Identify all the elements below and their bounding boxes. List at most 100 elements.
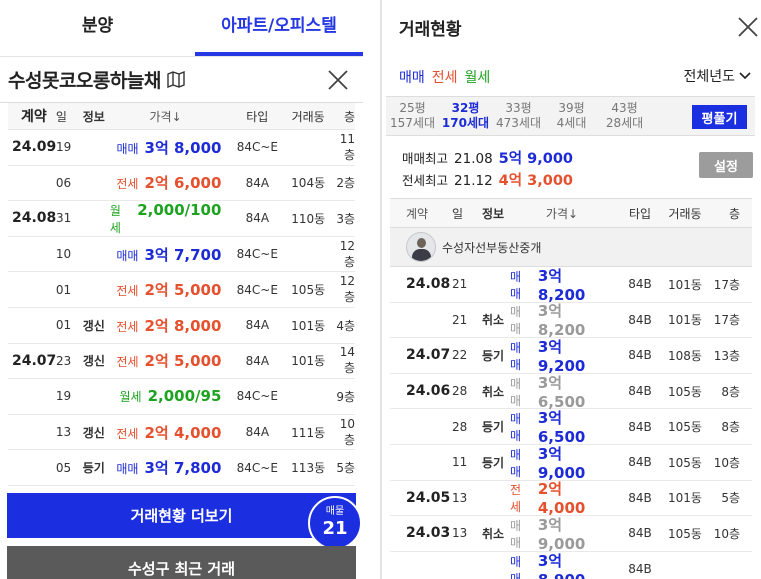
row-amount: 3억 8,000 [144, 138, 222, 157]
table-row[interactable]: 24.07 23 갱신 전세 2억 5,000 84A 101동 14층 [8, 344, 355, 380]
table-row[interactable]: 24.03 13 취소 매매 3억 9,000 84B 105동 10층 [390, 516, 752, 553]
table-row[interactable]: 24.09 19 매매 3억 8,000 84C~E 11층 [8, 130, 355, 166]
header-floor[interactable]: 층 [710, 205, 740, 222]
row-day: 13 [55, 425, 72, 440]
header-type[interactable]: 타입 [227, 108, 287, 125]
table-row[interactable]: 05 등기 매매 3억 7,800 84C~E 113동 5층 [8, 450, 355, 486]
row-dong: 101동 [668, 491, 702, 506]
header-dong[interactable]: 거래동 [660, 205, 710, 222]
row-info: 등기 [481, 348, 505, 363]
table-row[interactable]: 06 전세 2억 6,000 84A 104동 2층 [8, 166, 355, 202]
settings-button[interactable]: 설정 [699, 152, 753, 178]
tab-presale[interactable]: 분양 [0, 0, 195, 56]
row-floor: 10층 [339, 416, 356, 447]
row-price: 매매 3억 8,200 [510, 300, 620, 339]
row-floor: 5층 [336, 461, 356, 476]
filter-sale[interactable]: 매매 [399, 67, 425, 87]
row-month: 24.07 [12, 352, 57, 369]
header-price[interactable]: 가격↓ [110, 108, 228, 125]
row-type: 84B [628, 419, 652, 434]
listing-count-badge[interactable]: 매물 21 [308, 496, 362, 550]
year-select[interactable]: 전체년도 [683, 66, 751, 86]
more-trades-button[interactable]: 거래현황 더보기 [7, 493, 356, 538]
agent-row[interactable]: 수성자선부동산중개 [390, 228, 752, 267]
row-month: 24.09 [12, 139, 57, 156]
header-info[interactable]: 정보 [476, 205, 510, 222]
pyeong-option[interactable]: 32평 170세대 [439, 101, 492, 131]
max-sale: 매매최고 21.08 5억 9,000 [402, 148, 573, 170]
pyeong-expand-button[interactable]: 평풀기 [692, 105, 747, 129]
row-dong: 105동 [291, 283, 326, 298]
row-type: 84B [628, 348, 652, 363]
table-row[interactable]: 11 등기 매매 3억 9,000 84B 105동 10층 [390, 444, 752, 482]
row-price: 매매 3억 6,500 [510, 407, 620, 446]
row-price: 매매 3억 8,200 [510, 265, 620, 304]
row-trade-type: 매매 [510, 518, 522, 550]
table-row[interactable]: 21 취소 매매 3억 8,200 84B 101동 17층 [390, 300, 752, 339]
table-row[interactable]: 19 월세 2,000/95 84C~E 9층 [8, 379, 355, 415]
filter-wolse[interactable]: 월세 [465, 67, 491, 87]
row-info: 취소 [481, 526, 505, 541]
pyeong-size-bar: 25평 157세대 32평 170세대 33평 473세대 39평 4세대 43평 28세대 평풀… [386, 96, 755, 136]
header-contract[interactable]: 계약 [8, 106, 56, 126]
row-floor: 12층 [339, 238, 356, 269]
header-day[interactable]: 일 [452, 205, 476, 222]
table-header: 계약 일 정보 가격↓ 타입 거래동 층 [8, 103, 355, 130]
row-type: 84B [628, 455, 652, 470]
row-floor: 13층 [713, 348, 740, 363]
row-floor: 4층 [336, 318, 356, 333]
pyeong-size: 25평 [399, 101, 426, 115]
table-row[interactable]: 24.06 28 취소 매매 3억 6,500 84B 105동 8층 [390, 373, 752, 411]
header-price[interactable]: 가격↓ [510, 205, 620, 222]
row-floor: 9층 [336, 389, 356, 404]
tab-apartment-officetel[interactable]: 아파트/오피스텔 [195, 0, 363, 56]
pyeong-units: 28세대 [605, 116, 644, 130]
filter-jeonse[interactable]: 전세 [432, 67, 458, 87]
row-trade-type: 매매 [116, 141, 139, 156]
left-trade-list: 24.09 19 매매 3억 8,000 84C~E 11층 06 전세 2억 6,000 84A… [0, 130, 363, 486]
row-price: 전세 2억 4,000 [110, 422, 228, 443]
header-day[interactable]: 일 [56, 108, 78, 125]
max-jeonse-value: 4억 3,000 [498, 173, 574, 189]
header-floor[interactable]: 층 [329, 108, 355, 125]
header-dong[interactable]: 거래동 [287, 108, 329, 125]
table-row[interactable]: 01 전세 2억 5,000 84C~E 105동 12층 [8, 272, 355, 308]
map-icon[interactable] [167, 71, 185, 88]
table-row[interactable]: 매매 3억 8,900 84B [390, 552, 752, 579]
row-month: 24.08 [12, 210, 57, 227]
row-amount: 3억 8,900 [537, 551, 585, 579]
table-row[interactable]: 01 갱신 전세 2억 8,000 84A 101동 4층 [8, 308, 355, 344]
table-row[interactable]: 24.07 22 등기 매매 3억 9,200 84B 108동 13층 [390, 338, 752, 375]
row-amount: 3억 8,200 [537, 302, 586, 340]
row-trade-type: 매매 [510, 305, 522, 337]
row-price: 전세 2억 8,000 [110, 315, 228, 336]
header-info[interactable]: 정보 [78, 108, 110, 125]
row-price: 전세 2억 6,000 [110, 172, 228, 193]
row-amount: 3억 6,500 [537, 373, 586, 411]
pyeong-option[interactable]: 33평 473세대 [492, 101, 545, 131]
row-day: 21 [452, 312, 468, 327]
close-icon[interactable] [737, 16, 759, 38]
header-contract[interactable]: 계약 [390, 205, 452, 222]
pyeong-option[interactable]: 25평 157세대 [386, 101, 439, 131]
complex-header: 수성못코오롱하늘채 [0, 57, 363, 103]
trade-table: 계약 일 정보 가격↓ 타입 거래동 층 수성자선부동산중개 24.08 21 매매… [390, 198, 752, 579]
pyeong-option[interactable]: 43평 28세대 [598, 101, 651, 131]
panel-title: 거래현황 [399, 20, 462, 40]
table-row[interactable]: 10 매매 3억 7,700 84C~E 12층 [8, 237, 355, 273]
row-type: 84B [628, 562, 652, 577]
row-info: 갱신 [82, 318, 105, 333]
row-amount: 3억 9,000 [537, 444, 586, 482]
table-row[interactable]: 13 갱신 전세 2억 4,000 84A 111동 10층 [8, 415, 355, 451]
table-row[interactable]: 24.08 31 월세 2,000/100 84A 110동 3층 [8, 201, 355, 237]
row-floor: 10층 [713, 455, 740, 470]
table-row[interactable]: 24.08 21 매매 3억 8,200 84B 101동 17층 [390, 265, 752, 304]
recent-district-trades-button[interactable]: 수성구 최근 거래 [7, 546, 356, 579]
pyeong-option[interactable]: 39평 4세대 [545, 101, 598, 131]
close-icon[interactable] [327, 69, 349, 91]
row-amount: 3억 7,700 [144, 245, 222, 264]
table-row[interactable]: 24.05 13 전세 2억 4,000 84B 101동 5층 [390, 480, 752, 517]
table-row[interactable]: 28 등기 매매 3억 6,500 84B 105동 8층 [390, 407, 752, 446]
row-floor: 14층 [339, 345, 355, 376]
header-type[interactable]: 타입 [620, 205, 660, 222]
